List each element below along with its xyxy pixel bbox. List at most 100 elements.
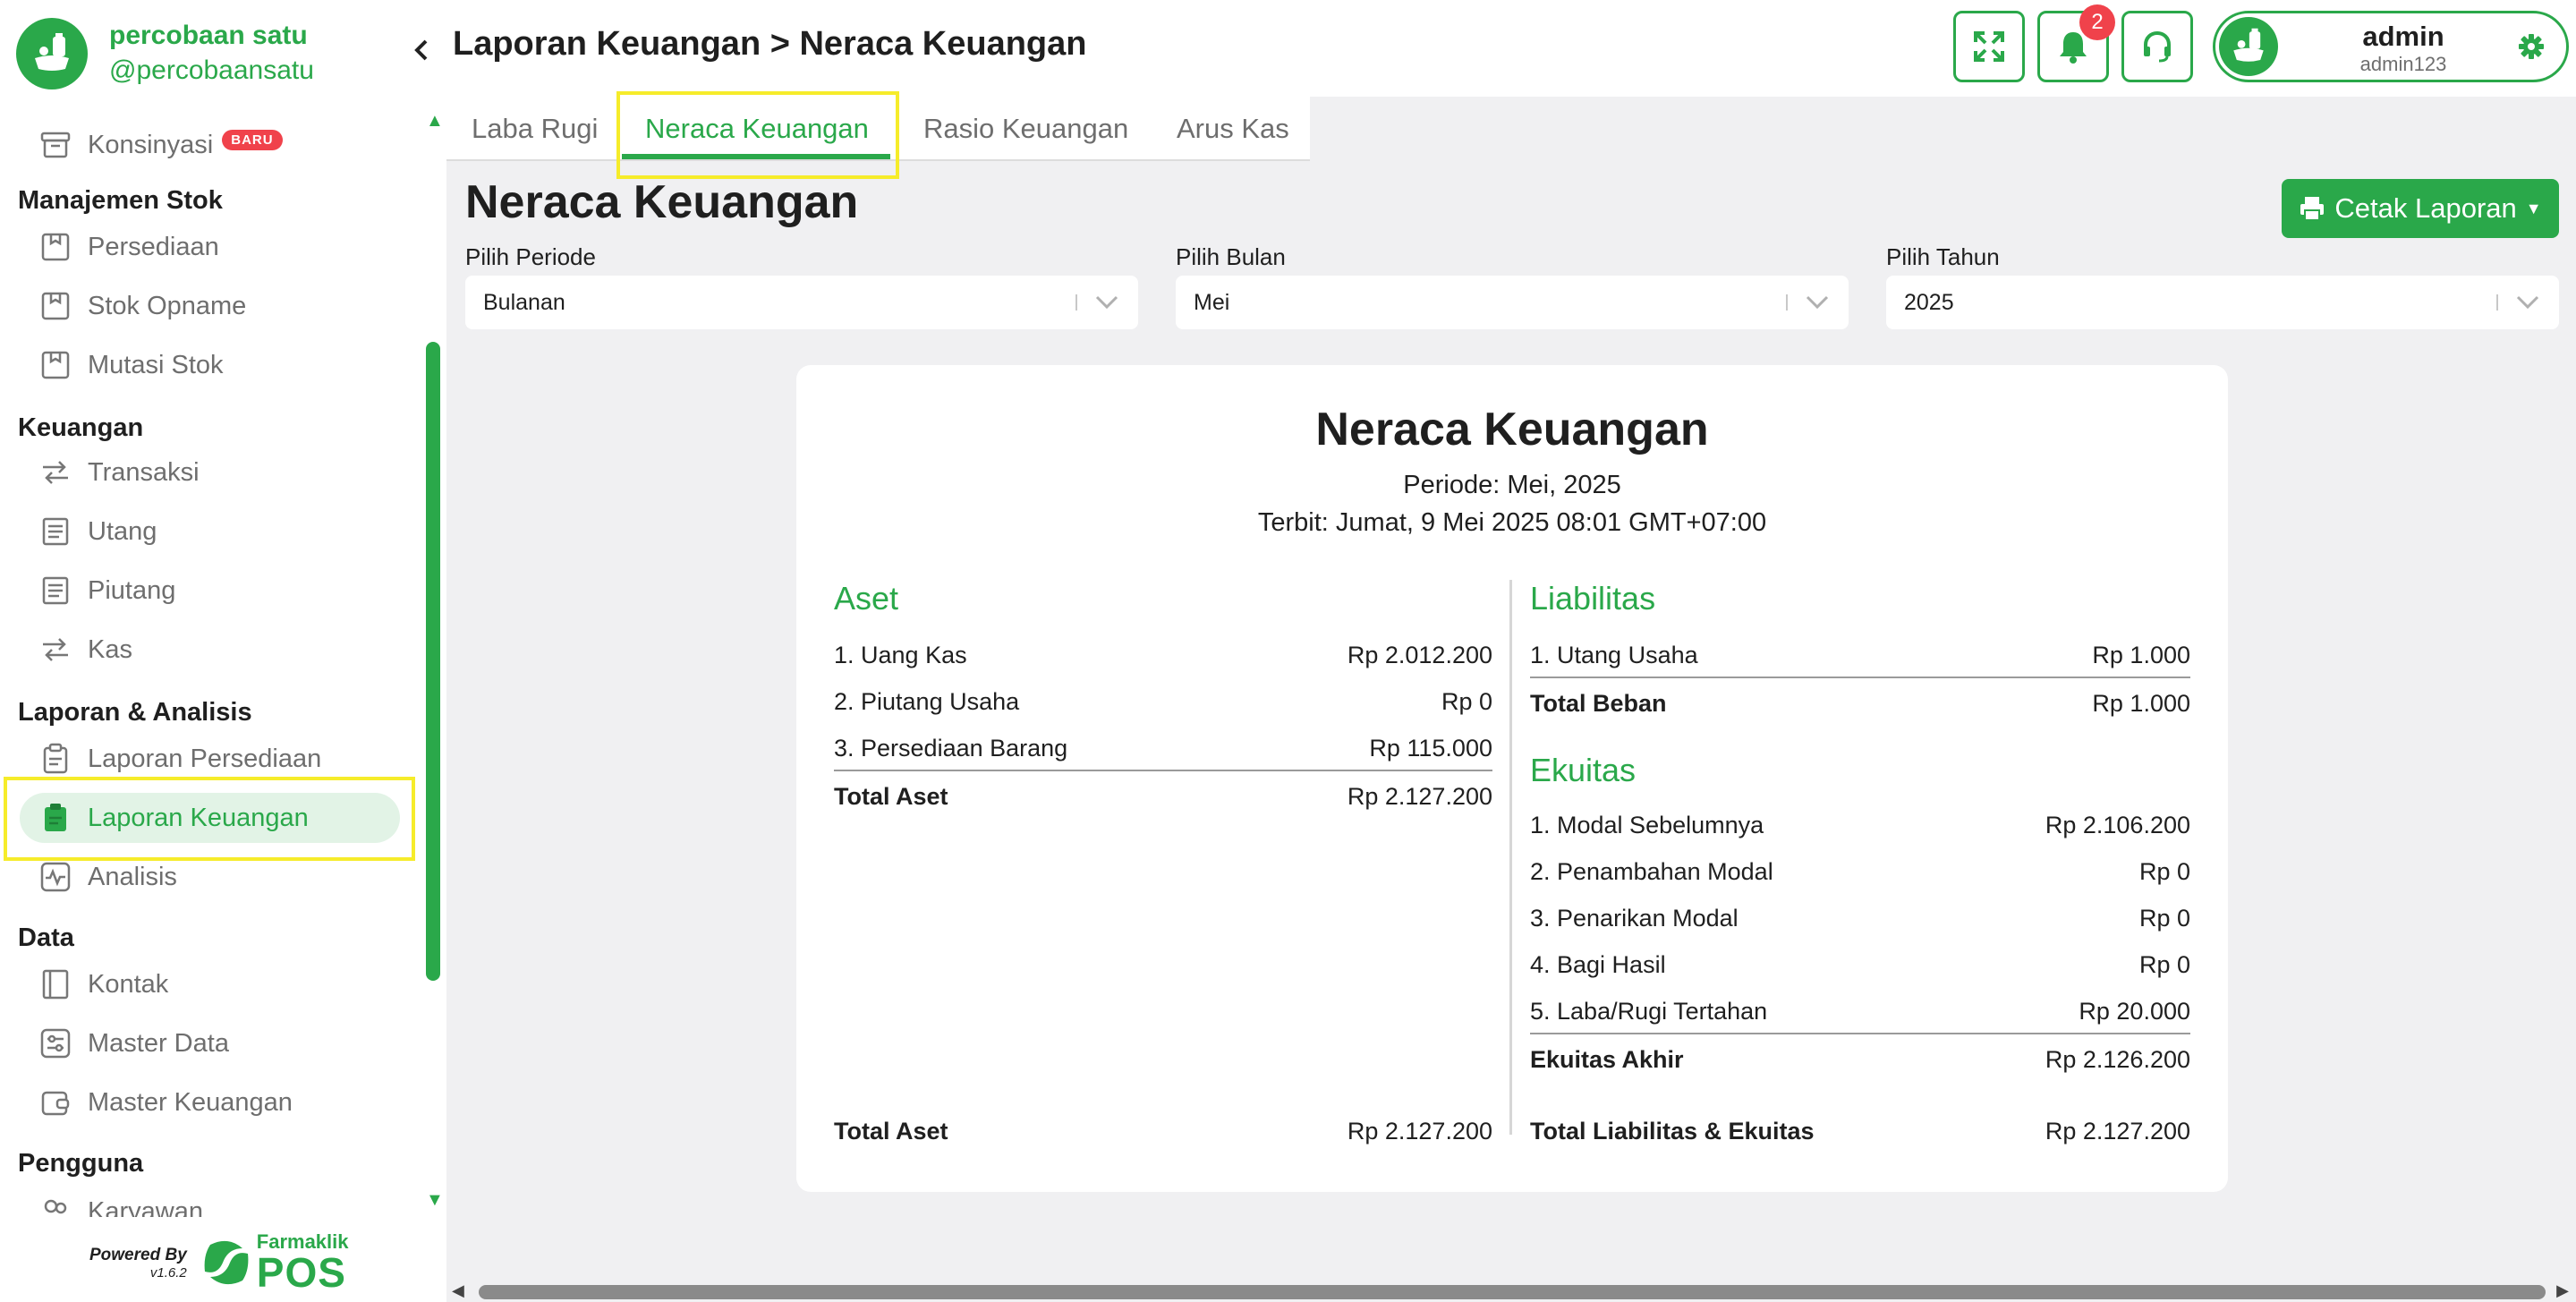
total-amount: Rp 2.127.200: [2045, 1117, 2190, 1145]
sidebar-item-master-data[interactable]: Master Data: [20, 1018, 400, 1068]
scroll-down-arrow-icon[interactable]: ▼: [426, 1190, 444, 1211]
sidebar-item-utang[interactable]: Utang: [20, 506, 400, 557]
clipboard-icon: [38, 741, 73, 777]
row-amount: Rp 115.000: [1369, 734, 1492, 762]
document-list-icon: [38, 514, 73, 549]
aset-heading: Aset: [834, 580, 899, 617]
store-handle: @percobaansatu: [109, 55, 314, 85]
wallet-icon: [38, 1085, 73, 1120]
scroll-left-arrow-icon[interactable]: ◀: [452, 1281, 464, 1300]
sidebar-item-label: Master Data: [88, 1028, 229, 1058]
print-report-button[interactable]: Cetak Laporan ▼: [2282, 179, 2559, 238]
row-amount: Rp 0: [1441, 687, 1492, 715]
report-period: Periode: Mei, 2025: [1403, 471, 1621, 499]
sidebar-item-konsinyasi[interactable]: Konsinyasi BARU: [20, 120, 400, 170]
sidebar-item-master-keuangan[interactable]: Master Keuangan: [20, 1077, 400, 1128]
tab-laba-rugi[interactable]: Laba Rugi: [472, 113, 598, 145]
sidebar-item-mutasi-stok[interactable]: Mutasi Stok: [20, 340, 400, 390]
tab-rasio-keuangan[interactable]: Rasio Keuangan: [923, 113, 1128, 145]
table-row: 2. Piutang Usaha Rp 0: [834, 682, 1492, 721]
scroll-right-arrow-icon[interactable]: ▶: [2556, 1281, 2569, 1300]
box-icon: [38, 229, 73, 265]
sidebar-item-stok-opname[interactable]: Stok Opname: [20, 281, 400, 331]
total-label: Total Beban: [1530, 689, 1667, 717]
store-logo-icon: [16, 18, 88, 89]
app-version: v1.6.2: [149, 1264, 187, 1281]
liabilitas-heading: Liabilitas: [1530, 580, 1656, 617]
box-icon: [38, 347, 73, 383]
row-amount: Rp 2.106.200: [2045, 811, 2190, 838]
sidebar-item-label: Kontak: [88, 969, 169, 999]
report-title: Neraca Keuangan: [1315, 404, 1709, 455]
total-rule: [834, 770, 1492, 771]
sidebar: percobaan satu @percobaansatu Konsinyasi…: [0, 0, 446, 1302]
row-amount: Rp 1.000: [2092, 641, 2190, 668]
column-divider: [1509, 580, 1512, 1135]
new-badge: BARU: [222, 129, 283, 150]
sidebar-item-persediaan[interactable]: Persediaan: [20, 222, 400, 272]
sidebar-item-label: Master Keuangan: [88, 1087, 293, 1117]
horizontal-scroll-thumb[interactable]: [479, 1285, 2546, 1299]
section-pengguna: Pengguna: [18, 1149, 144, 1178]
sliders-icon: [38, 1025, 73, 1061]
gear-icon[interactable]: [2518, 33, 2545, 64]
store-brand[interactable]: percobaan satu @percobaansatu: [16, 16, 437, 91]
sidebar-scroll-thumb[interactable]: [426, 342, 440, 981]
sidebar-item-label: Mutasi Stok: [88, 350, 224, 379]
total-rule: [1530, 1033, 2190, 1034]
swap-arrows-icon: [38, 632, 73, 668]
sidebar-item-kas[interactable]: Kas: [20, 625, 400, 675]
total-rule: [1530, 677, 2190, 678]
sidebar-item-label: Konsinyasi: [88, 130, 214, 159]
user-profile-card[interactable]: admin admin123: [2213, 11, 2569, 82]
chevron-down-icon: [1806, 295, 1829, 310]
row-label: 2. Penambahan Modal: [1530, 857, 1773, 885]
tab-arus-kas[interactable]: Arus Kas: [1177, 113, 1289, 145]
total-label: Ekuitas Akhir: [1530, 1045, 1684, 1073]
table-row: 4. Bagi Hasil Rp 0: [1530, 945, 2190, 984]
sidebar-scrollbar[interactable]: ▲ ▼: [422, 107, 444, 1217]
headset-icon: [2144, 30, 2171, 63]
sidebar-item-transaksi[interactable]: Transaksi: [20, 447, 400, 498]
horizontal-scrollbar[interactable]: ◀ ▶: [452, 1281, 2572, 1301]
row-label: 1. Uang Kas: [834, 641, 967, 668]
sidebar-item-label: Kas: [88, 634, 132, 664]
row-label: 1. Utang Usaha: [1530, 641, 1698, 668]
notification-button[interactable]: 2: [2037, 4, 2115, 82]
row-label: 2. Piutang Usaha: [834, 687, 1020, 715]
total-amount: Rp 2.127.200: [1347, 1117, 1492, 1145]
row-label: 3. Penarikan Modal: [1530, 904, 1739, 932]
fullscreen-button[interactable]: [1953, 11, 2025, 82]
periode-select[interactable]: Bulanan: [465, 276, 1138, 329]
table-row: 5. Laba/Rugi Tertahan Rp 20.000: [1530, 991, 2190, 1031]
tahun-value: 2025: [1904, 289, 1954, 315]
support-button[interactable]: [2121, 11, 2193, 82]
document-list-icon: [38, 573, 73, 608]
farmaklik-logo: Farmaklik POS: [201, 1232, 349, 1293]
total-beban-row: Total Beban Rp 1.000: [1530, 684, 2190, 723]
filter-periode-label: Pilih Periode: [465, 243, 596, 270]
expand-icon: [1974, 31, 2004, 62]
tahun-select[interactable]: 2025: [1886, 276, 2559, 329]
collapse-sidebar-icon[interactable]: [408, 32, 435, 68]
printer-icon: [2300, 197, 2325, 221]
scroll-up-arrow-icon[interactable]: ▲: [426, 111, 444, 132]
sidebar-item-kontak[interactable]: Kontak: [20, 959, 400, 1009]
sidebar-item-piutang[interactable]: Piutang: [20, 566, 400, 616]
caret-down-icon: ▼: [2525, 199, 2542, 217]
section-laporan-analisis: Laporan & Analisis: [18, 698, 252, 727]
select-separator: [1786, 294, 1788, 311]
grand-total-liabilitas-ekuitas-row: Total Liabilitas & Ekuitas Rp 2.127.200: [1530, 1111, 2190, 1151]
swap-arrows-icon: [38, 455, 73, 490]
sidebar-item-karyawan[interactable]: Karyawan: [20, 1187, 400, 1217]
bulan-select[interactable]: Mei: [1176, 276, 1849, 329]
total-label: Total Liabilitas & Ekuitas: [1530, 1117, 1815, 1145]
store-name: percobaan satu: [109, 21, 308, 50]
total-amount: Rp 2.127.200: [1347, 782, 1492, 810]
section-data: Data: [18, 923, 74, 952]
page-title: Neraca Keuangan: [465, 176, 859, 228]
vendor-product: POS: [256, 1249, 346, 1296]
breadcrumb: Laporan Keuangan > Neraca Keuangan: [453, 25, 1087, 63]
table-row: 3. Penarikan Modal Rp 0: [1530, 898, 2190, 938]
top-header: Laporan Keuangan > Neraca Keuangan 2 adm…: [446, 0, 2576, 97]
